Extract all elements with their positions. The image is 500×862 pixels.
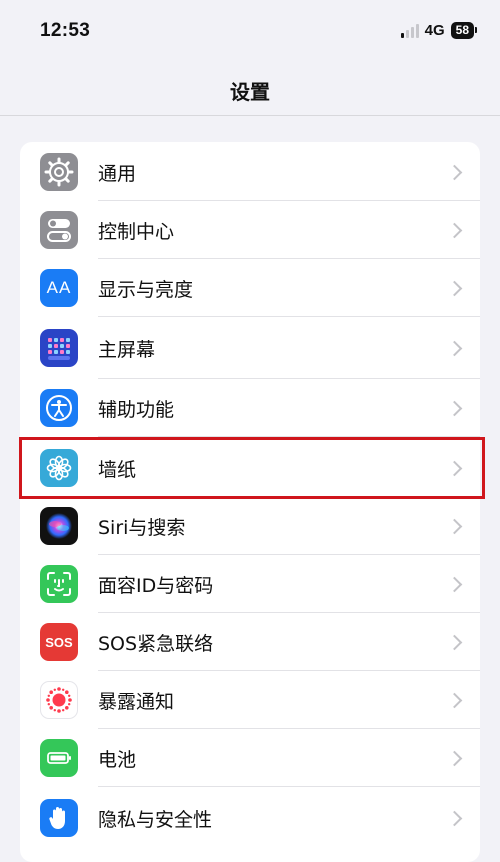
settings-item-label: 主屏幕 <box>98 338 156 361</box>
settings-list: 通用 控制中心 AA 显示与亮度 主屏幕 辅助功能 墙纸 Siri与搜索 面容I… <box>20 142 480 862</box>
settings-item-display-brightness[interactable]: AA 显示与亮度 <box>20 259 480 317</box>
settings-item-control-center[interactable]: 控制中心 <box>20 201 480 259</box>
battery-level-badge: 58 <box>450 22 478 39</box>
chevron-right-icon <box>446 222 463 238</box>
settings-item-emergency-sos[interactable]: SOS SOS紧急联络 <box>20 613 480 671</box>
settings-item-label: 显示与亮度 <box>98 278 194 301</box>
settings-item-battery[interactable]: 电池 <box>20 729 480 787</box>
toggles-icon <box>40 211 78 249</box>
hand-icon <box>40 799 78 837</box>
home-screen-grid-icon <box>40 329 78 367</box>
settings-item-face-id-passcode[interactable]: 面容ID与密码 <box>20 555 480 613</box>
chevron-right-icon <box>446 810 463 826</box>
text-size-icon: AA <box>40 269 78 307</box>
chevron-right-icon <box>446 460 463 476</box>
chevron-right-icon <box>446 634 463 650</box>
chevron-right-icon <box>446 576 463 592</box>
settings-item-wallpaper[interactable]: 墙纸 <box>20 439 480 497</box>
settings-item-label: Siri与搜索 <box>98 516 186 539</box>
chevron-right-icon <box>446 164 463 180</box>
siri-orb-icon <box>40 507 78 545</box>
chevron-right-icon <box>446 340 463 356</box>
settings-item-label: 暴露通知 <box>98 690 175 713</box>
cellular-signal-icon <box>400 23 419 38</box>
chevron-right-icon <box>446 692 463 708</box>
chevron-right-icon <box>446 518 463 534</box>
settings-item-label: 通用 <box>98 162 137 185</box>
row-divider <box>98 786 480 787</box>
chevron-right-icon <box>446 750 463 766</box>
settings-item-label: 墙纸 <box>98 458 137 481</box>
settings-item-general[interactable]: 通用 <box>20 143 480 201</box>
accessibility-person-icon <box>40 389 78 427</box>
network-type: 4G <box>424 22 445 39</box>
navigation-bar: 设置 <box>0 62 500 116</box>
settings-item-label: SOS紧急联络 <box>98 632 214 655</box>
row-divider <box>98 436 480 437</box>
settings-item-label: 辅助功能 <box>98 398 175 421</box>
status-time: 12:53 <box>40 20 91 41</box>
settings-item-label: 电池 <box>98 748 137 771</box>
settings-item-siri-search[interactable]: Siri与搜索 <box>20 497 480 555</box>
face-id-icon <box>40 565 78 603</box>
settings-item-accessibility[interactable]: 辅助功能 <box>20 379 480 437</box>
settings-item-exposure-notifications[interactable]: 暴露通知 <box>20 671 480 729</box>
chevron-right-icon <box>446 280 463 296</box>
sos-icon: SOS <box>40 623 78 661</box>
battery-icon <box>40 739 78 777</box>
settings-item-privacy-security[interactable]: 隐私与安全性 <box>20 789 480 847</box>
settings-item-label: 面容ID与密码 <box>98 574 214 597</box>
status-bar: 12:53 4G 58 <box>0 0 500 62</box>
page-title: 设置 <box>230 80 270 104</box>
status-indicators: 4G 58 <box>400 22 478 39</box>
gear-icon <box>40 153 78 191</box>
settings-item-label: 控制中心 <box>98 220 175 243</box>
settings-item-home-screen[interactable]: 主屏幕 <box>20 317 480 379</box>
chevron-right-icon <box>446 400 463 416</box>
settings-item-label: 隐私与安全性 <box>98 808 213 831</box>
exposure-dots-icon <box>40 681 78 719</box>
flower-icon <box>40 449 78 487</box>
